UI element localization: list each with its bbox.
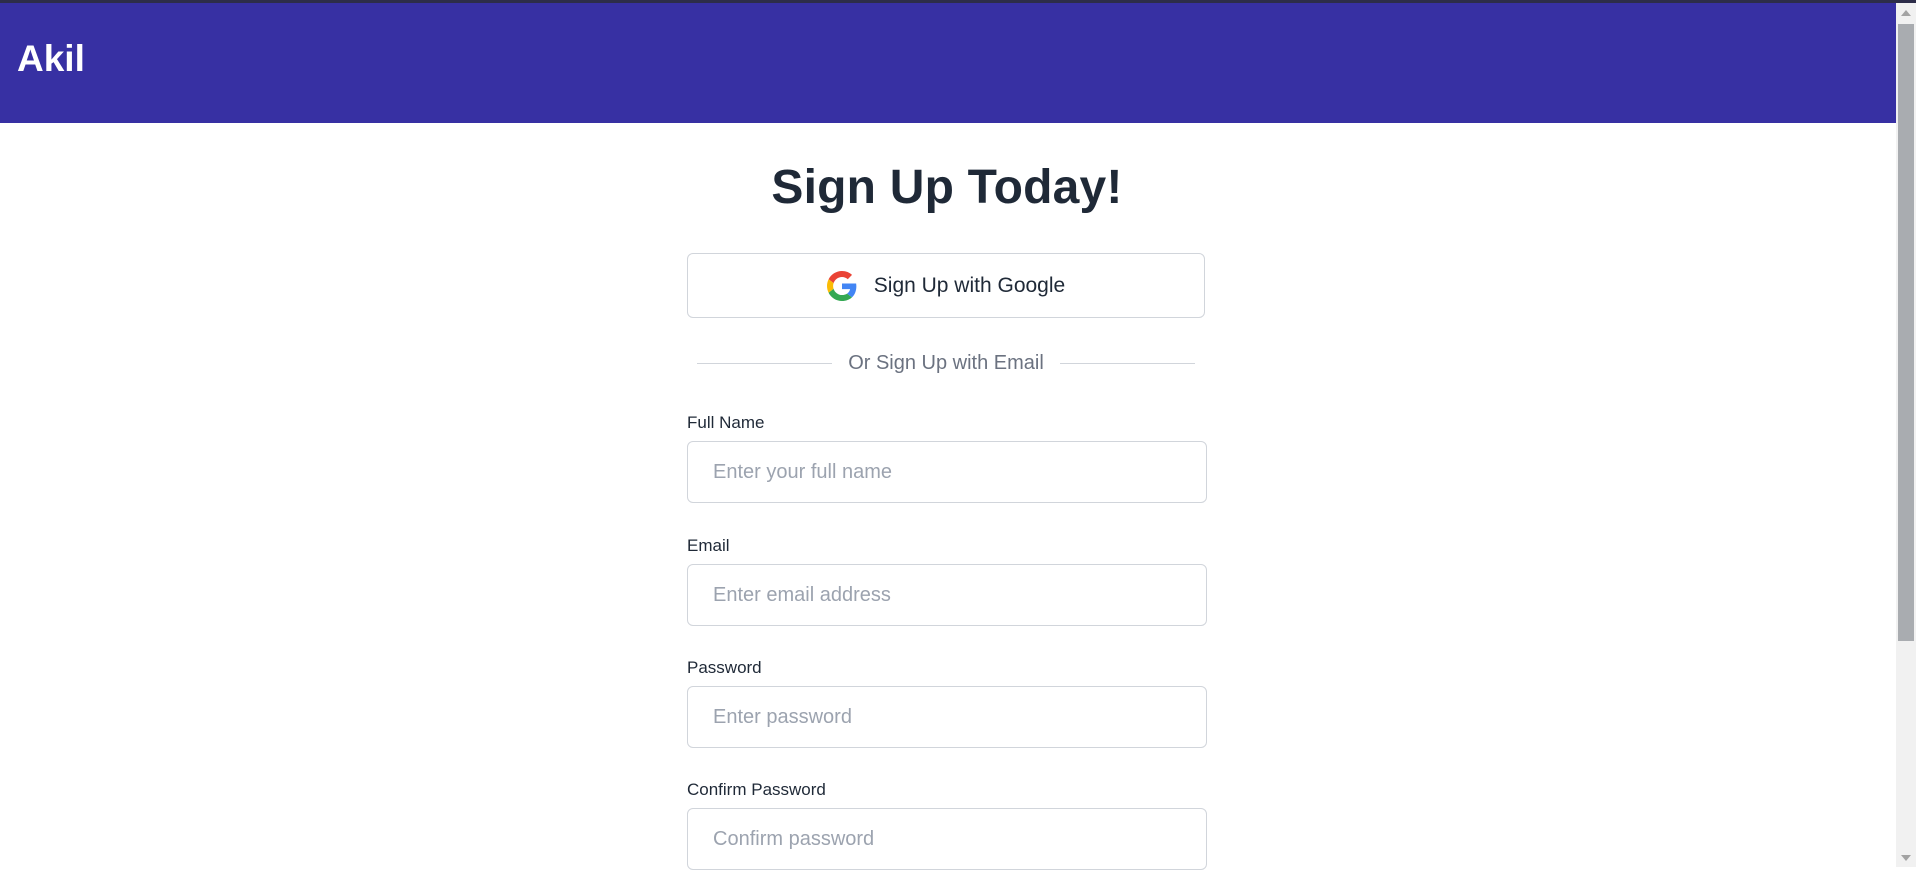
password-label: Password [687,658,762,677]
scroll-up-arrow-icon[interactable] [1901,10,1911,16]
vertical-scrollbar[interactable] [1896,3,1916,867]
app-header: Akil [0,3,1896,123]
page-title: Sign Up Today! [771,161,1123,214]
password-input[interactable] [687,686,1207,748]
or-divider: Or Sign Up with Email [697,352,1195,375]
google-signup-label: Sign Up with Google [873,273,1066,297]
email-input[interactable] [687,564,1207,626]
divider-text: Or Sign Up with Email [848,352,1044,374]
confirm-password-input[interactable] [687,808,1207,870]
brand-logo-text[interactable]: Akil [17,38,85,80]
divider-line-right [1059,363,1195,364]
full-name-input[interactable] [687,441,1207,503]
full-name-label: Full Name [687,413,765,432]
scrollbar-thumb[interactable] [1898,24,1914,641]
signup-form: Sign Up Today! Sign Up with Google Or Si… [687,150,1207,870]
google-icon [826,270,857,301]
confirm-password-label: Confirm Password [687,780,826,799]
divider-line-left [697,363,833,364]
scroll-down-arrow-icon[interactable] [1901,855,1911,861]
email-label: Email [687,536,730,555]
google-signup-button[interactable]: Sign Up with Google [687,253,1205,318]
